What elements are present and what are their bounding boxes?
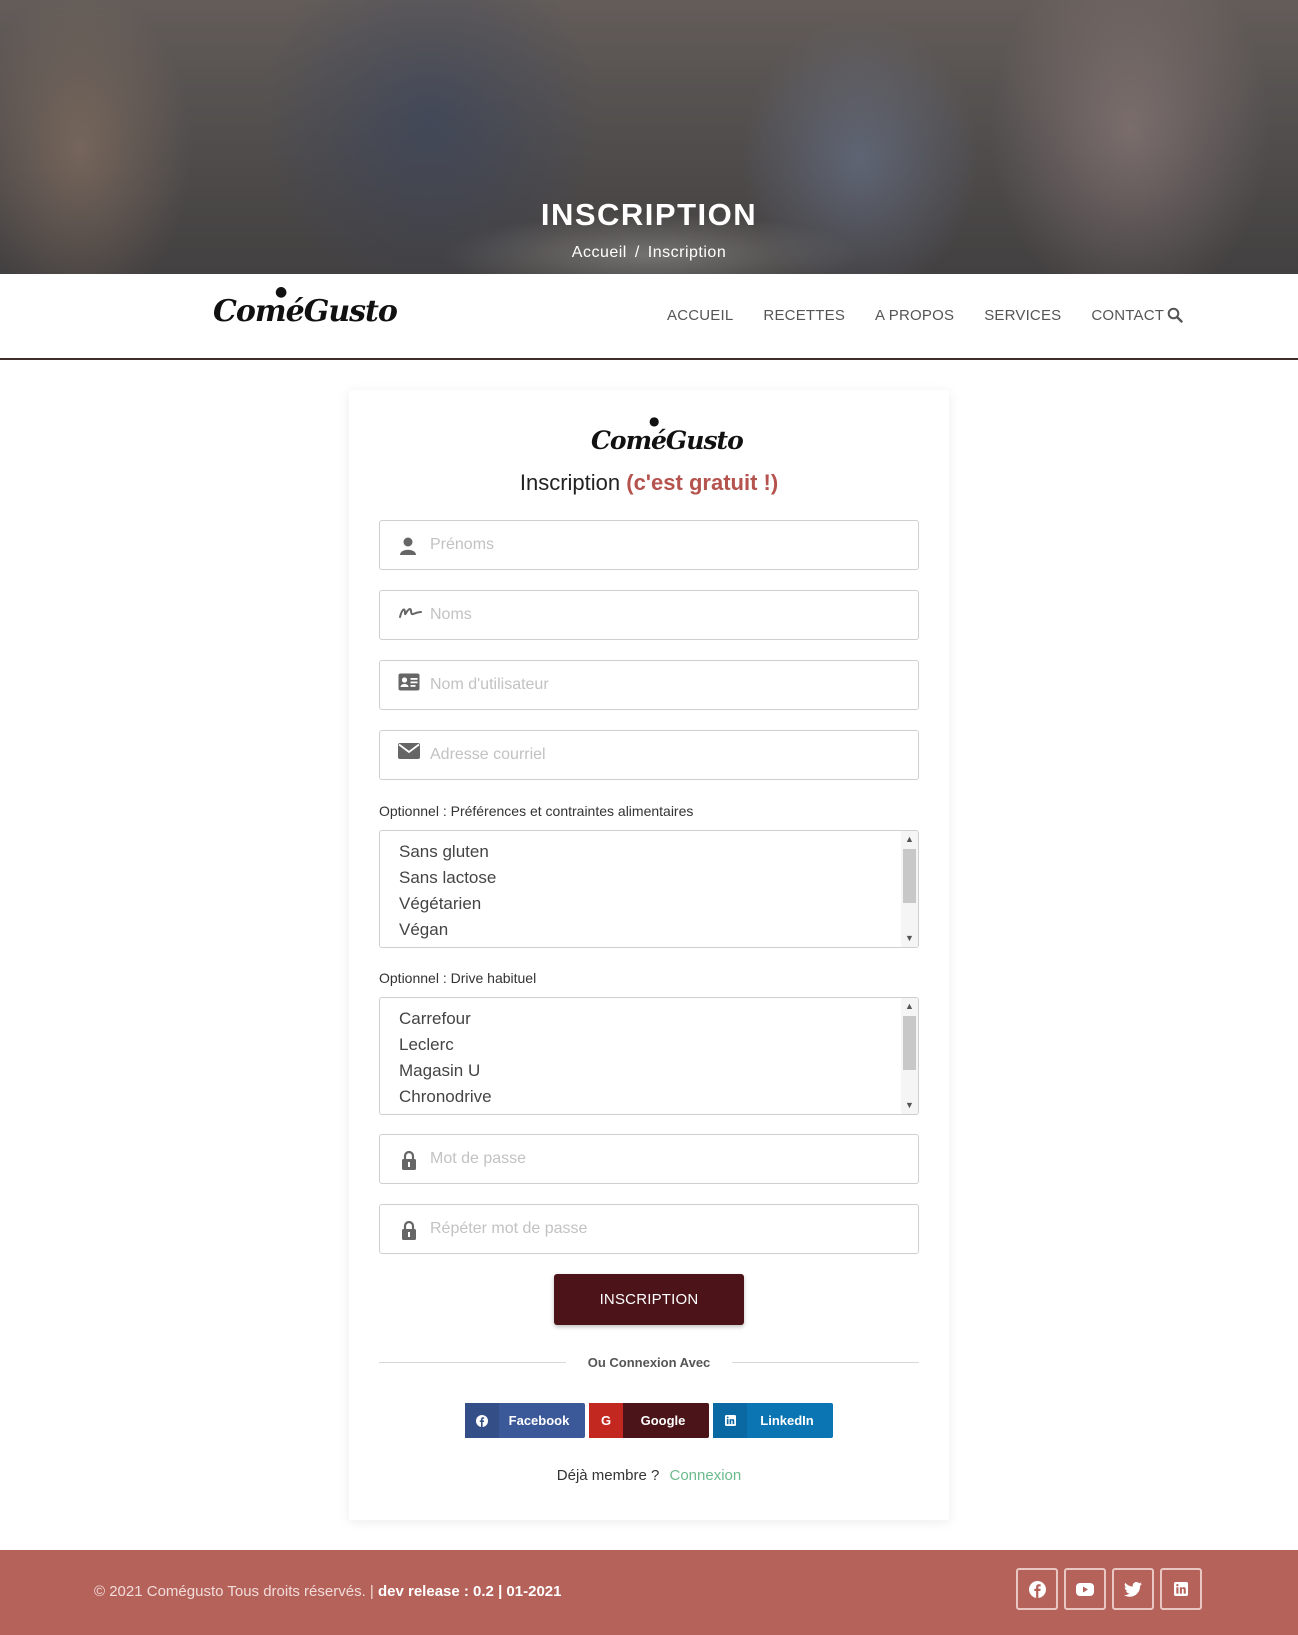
google-login-button[interactable]: G Google [589,1403,709,1438]
preferences-select[interactable]: Sans gluten Sans lactose Végétarien Véga… [379,830,919,948]
nav-link-contact[interactable]: CONTACT [1091,307,1164,324]
social-divider-text: Ou Connexion Avec [565,1355,733,1370]
scroll-up-icon[interactable]: ▲ [901,832,918,847]
google-login-label: Google [640,1413,686,1428]
username-field [379,660,919,710]
breadcrumb-current: Inscription [647,244,727,261]
preferences-scrollbar[interactable]: ▲ ▼ [901,831,918,947]
password-input[interactable] [430,1135,910,1183]
breadcrumb-home-link[interactable]: Accueil [572,244,627,261]
scroll-thumb[interactable] [903,849,916,903]
linkedin-login-button[interactable]: LinkedIn [713,1403,833,1438]
card-brand-logo: ● ComéGusto [591,414,744,455]
preference-option[interactable]: Sans lactose [399,865,496,891]
linkedin-icon [713,1403,747,1438]
search-icon[interactable] [1167,307,1183,323]
envelope-icon [398,743,420,759]
scroll-down-icon[interactable]: ▼ [901,931,918,946]
drive-option[interactable]: Chronodrive [399,1084,492,1110]
drive-option[interactable]: Leclerc [399,1032,492,1058]
scroll-up-icon[interactable]: ▲ [901,999,918,1014]
brand-logo[interactable]: ● ComéGusto [213,284,398,329]
first-name-input[interactable] [430,521,910,569]
register-button[interactable]: INSCRIPTION [554,1274,744,1325]
form-heading-accent: (c'est gratuit !) [626,470,779,495]
already-member: Déjà membre ? Connexion [349,1467,949,1484]
password-repeat-field [379,1204,919,1254]
linkedin-icon[interactable] [1160,1568,1202,1610]
email-input[interactable] [430,731,910,779]
drive-option[interactable]: Carrefour [399,1006,492,1032]
login-link[interactable]: Connexion [670,1467,742,1484]
last-name-input[interactable] [430,591,910,639]
facebook-login-label: Facebook [508,1413,570,1428]
hero-banner: INSCRIPTION Accueil / Inscription [0,0,1298,274]
first-name-field [379,520,919,570]
nav-menu: ACCUEIL RECETTES A PROPOS SERVICES CONTA… [667,307,1194,324]
main-navbar: ● ComéGusto ACCUEIL RECETTES A PROPOS SE… [0,274,1298,360]
scroll-thumb[interactable] [903,1016,916,1070]
breadcrumb: Accueil / Inscription [0,244,1298,262]
chef-hat-icon: ● [649,414,660,428]
username-input[interactable] [430,661,910,709]
lock-icon [402,1150,416,1170]
password-field [379,1134,919,1184]
user-icon [400,537,416,555]
card-brand-logo-text: ComéGusto [591,426,744,455]
social-divider: Ou Connexion Avec [349,1354,949,1372]
drive-select[interactable]: Carrefour Leclerc Magasin U Chronodrive … [379,997,919,1115]
registration-card: ● ComéGusto Inscription (c'est gratuit !… [349,390,949,1520]
chef-hat-icon: ● [275,284,287,300]
form-heading: Inscription (c'est gratuit !) [349,470,949,496]
preference-option[interactable]: Végétarien [399,891,496,917]
lock-icon [402,1220,416,1240]
facebook-login-button[interactable]: Facebook [465,1403,585,1438]
brand-logo-text: ComéGusto [213,294,398,329]
drive-label: Optionnel : Drive habituel [379,970,537,986]
nav-link-accueil[interactable]: ACCUEIL [667,307,733,324]
linkedin-login-label: LinkedIn [760,1413,814,1428]
footer: © 2021 Comégusto Tous droits réservés. |… [0,1550,1298,1635]
release-text: dev release : 0.2 | 01-2021 [377,1583,562,1600]
drive-scrollbar[interactable]: ▲ ▼ [901,998,918,1114]
copyright-text: © 2021 Comégusto Tous droits réservés. | [94,1583,374,1600]
footer-social-icons [1016,1568,1208,1610]
already-member-text: Déjà membre ? [556,1467,660,1484]
scroll-down-icon[interactable]: ▼ [901,1098,918,1113]
youtube-icon[interactable] [1064,1568,1106,1610]
email-field [379,730,919,780]
nav-link-a-propos[interactable]: A PROPOS [875,307,954,324]
nav-link-services[interactable]: SERVICES [984,307,1061,324]
id-card-icon [398,673,420,691]
signature-icon [399,607,422,618]
preferences-label: Optionnel : Préférences et contraintes a… [379,803,694,819]
google-icon: G [589,1403,623,1438]
drive-option[interactable]: Magasin U [399,1058,492,1084]
twitter-icon[interactable] [1112,1568,1154,1610]
facebook-icon[interactable] [1016,1568,1058,1610]
preference-option[interactable]: Sans gluten [399,839,496,865]
footer-copyright: © 2021 Comégusto Tous droits réservés. |… [94,1583,561,1600]
breadcrumb-separator: / [634,244,640,261]
last-name-field [379,590,919,640]
form-heading-text: Inscription [519,470,621,495]
password-repeat-input[interactable] [430,1205,910,1253]
nav-link-recettes[interactable]: RECETTES [763,307,845,324]
facebook-icon [465,1403,499,1438]
page-title: INSCRIPTION [540,197,758,232]
preference-option[interactable]: Végan [399,917,496,943]
